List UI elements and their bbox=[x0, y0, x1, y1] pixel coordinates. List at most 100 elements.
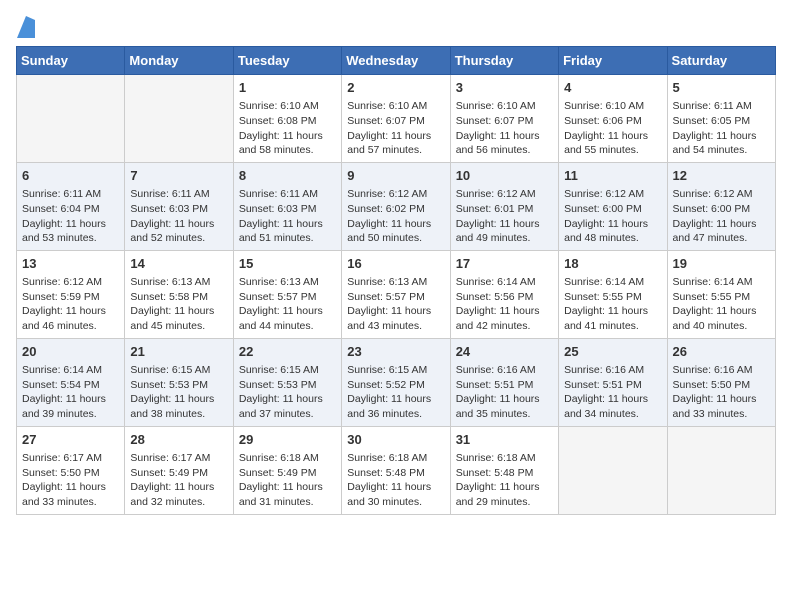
sunrise-text: Sunrise: 6:11 AM bbox=[239, 188, 318, 200]
day-number: 26 bbox=[673, 343, 770, 361]
sunset-text: Sunset: 5:50 PM bbox=[22, 467, 100, 479]
sunset-text: Sunset: 5:55 PM bbox=[673, 291, 751, 303]
sunrise-text: Sunrise: 6:15 AM bbox=[347, 364, 427, 376]
daylight-text: Daylight: 11 hours and 43 minutes. bbox=[347, 305, 431, 332]
daylight-text: Daylight: 11 hours and 33 minutes. bbox=[673, 393, 757, 420]
sunrise-text: Sunrise: 6:14 AM bbox=[564, 276, 644, 288]
logo-icon bbox=[17, 16, 35, 38]
sunrise-text: Sunrise: 6:13 AM bbox=[347, 276, 427, 288]
sunset-text: Sunset: 6:07 PM bbox=[456, 115, 534, 127]
sunrise-text: Sunrise: 6:12 AM bbox=[564, 188, 644, 200]
sunrise-text: Sunrise: 6:16 AM bbox=[456, 364, 536, 376]
calendar-cell: 21Sunrise: 6:15 AMSunset: 5:53 PMDayligh… bbox=[125, 338, 233, 426]
calendar-cell: 30 Sunrise: 6:18 AM Sunset: 5:48 PM Dayligh… bbox=[342, 426, 450, 514]
daylight-text: Daylight: 11 hours and 44 minutes. bbox=[239, 305, 323, 332]
daylight-text: Daylight: 11 hours and 52 minutes. bbox=[130, 218, 214, 245]
sunrise-text: Sunrise: 6:10 AM bbox=[456, 100, 536, 112]
day-number: 20 bbox=[22, 343, 119, 361]
sunrise-text: Sunrise: 6:12 AM bbox=[347, 188, 427, 200]
day-number: 16 bbox=[347, 255, 444, 273]
day-number: 24 bbox=[456, 343, 553, 361]
sunset-text: Sunset: 5:58 PM bbox=[130, 291, 208, 303]
day-number: 11 bbox=[564, 167, 661, 185]
calendar-cell: 10Sunrise: 6:12 AMSunset: 6:01 PMDayligh… bbox=[450, 162, 558, 250]
sunset-text: Sunset: 5:51 PM bbox=[564, 379, 642, 391]
calendar-cell: 13Sunrise: 6:12 AMSunset: 5:59 PMDayligh… bbox=[17, 250, 125, 338]
calendar-cell: 27Sunrise: 6:17 AMSunset: 5:50 PMDayligh… bbox=[17, 426, 125, 514]
sunrise-text: Sunrise: 6:10 AM bbox=[347, 100, 427, 112]
daylight-text: Daylight: 11 hours and 49 minutes. bbox=[456, 218, 540, 245]
daylight-text: Daylight: 11 hours and 32 minutes. bbox=[130, 481, 214, 508]
sunset-text: Sunset: 6:03 PM bbox=[130, 203, 208, 215]
sunrise-text: Sunrise: 6:18 AM bbox=[347, 452, 427, 464]
daylight-text: Daylight: 11 hours and 45 minutes. bbox=[130, 305, 214, 332]
daylight-text: Daylight: 11 hours and 37 minutes. bbox=[239, 393, 323, 420]
day-number: 5 bbox=[673, 79, 770, 97]
calendar-cell: 19Sunrise: 6:14 AMSunset: 5:55 PMDayligh… bbox=[667, 250, 775, 338]
sunset-text: Sunset: 5:53 PM bbox=[239, 379, 317, 391]
calendar-cell: 31Sunrise: 6:18 AMSunset: 5:48 PMDayligh… bbox=[450, 426, 558, 514]
calendar-cell: 2Sunrise: 6:10 AMSunset: 6:07 PMDaylight… bbox=[342, 75, 450, 163]
sunset-text: Sunset: 5:57 PM bbox=[239, 291, 317, 303]
daylight-text: Daylight: 11 hours and 48 minutes. bbox=[564, 218, 648, 245]
day-number: 30 bbox=[347, 431, 444, 449]
daylight-text: Daylight: 11 hours and 51 minutes. bbox=[239, 218, 323, 245]
sunset-text: Sunset: 6:00 PM bbox=[673, 203, 751, 215]
sunset-text: Sunset: 5:49 PM bbox=[130, 467, 208, 479]
sunrise-text: Sunrise: 6:14 AM bbox=[456, 276, 536, 288]
day-header-thursday: Thursday bbox=[450, 47, 558, 75]
day-number: 4 bbox=[564, 79, 661, 97]
sunrise-text: Sunrise: 6:15 AM bbox=[130, 364, 210, 376]
sunrise-text: Sunrise: 6:10 AM bbox=[239, 100, 319, 112]
calendar-cell: 25Sunrise: 6:16 AMSunset: 5:51 PMDayligh… bbox=[559, 338, 667, 426]
daylight-text: Daylight: 11 hours and 35 minutes. bbox=[456, 393, 540, 420]
sunset-text: Sunset: 5:56 PM bbox=[456, 291, 534, 303]
sunset-text: Sunset: 5:48 PM bbox=[347, 467, 425, 479]
calendar-cell: 15Sunrise: 6:13 AMSunset: 5:57 PMDayligh… bbox=[233, 250, 341, 338]
daylight-text: Daylight: 11 hours and 30 minutes. bbox=[347, 481, 431, 508]
daylight-text: Daylight: 11 hours and 57 minutes. bbox=[347, 130, 431, 157]
calendar-cell: 23Sunrise: 6:15 AMSunset: 5:52 PMDayligh… bbox=[342, 338, 450, 426]
day-number: 7 bbox=[130, 167, 227, 185]
calendar-cell: 24 Sunrise: 6:16 AM Sunset: 5:51 PM Dayligh… bbox=[450, 338, 558, 426]
sunset-text: Sunset: 6:01 PM bbox=[456, 203, 534, 215]
page-header bbox=[16, 16, 776, 38]
daylight-text: Daylight: 11 hours and 39 minutes. bbox=[22, 393, 106, 420]
day-header-monday: Monday bbox=[125, 47, 233, 75]
calendar-cell: 14Sunrise: 6:13 AMSunset: 5:58 PMDayligh… bbox=[125, 250, 233, 338]
sunset-text: Sunset: 5:57 PM bbox=[347, 291, 425, 303]
day-number: 18 bbox=[564, 255, 661, 273]
sunset-text: Sunset: 5:51 PM bbox=[456, 379, 534, 391]
sunrise-text: Sunrise: 6:17 AM bbox=[22, 452, 102, 464]
calendar-cell: 3Sunrise: 6:10 AMSunset: 6:07 PMDaylight… bbox=[450, 75, 558, 163]
day-number: 12 bbox=[673, 167, 770, 185]
day-number: 3 bbox=[456, 79, 553, 97]
sunset-text: Sunset: 5:50 PM bbox=[673, 379, 751, 391]
day-number: 10 bbox=[456, 167, 553, 185]
sunrise-text: Sunrise: 6:12 AM bbox=[673, 188, 753, 200]
calendar-cell bbox=[17, 75, 125, 163]
sunset-text: Sunset: 5:48 PM bbox=[456, 467, 534, 479]
daylight-text: Daylight: 11 hours and 47 minutes. bbox=[673, 218, 757, 245]
day-number: 23 bbox=[347, 343, 444, 361]
day-number: 13 bbox=[22, 255, 119, 273]
daylight-text: Daylight: 11 hours and 38 minutes. bbox=[130, 393, 214, 420]
daylight-text: Daylight: 11 hours and 31 minutes. bbox=[239, 481, 323, 508]
day-number: 6 bbox=[22, 167, 119, 185]
day-number: 1 bbox=[239, 79, 336, 97]
day-header-saturday: Saturday bbox=[667, 47, 775, 75]
sunrise-text: Sunrise: 6:11 AM bbox=[130, 188, 209, 200]
sunrise-text: Sunrise: 6:13 AM bbox=[130, 276, 210, 288]
day-header-wednesday: Wednesday bbox=[342, 47, 450, 75]
sunset-text: Sunset: 6:08 PM bbox=[239, 115, 317, 127]
day-number: 21 bbox=[130, 343, 227, 361]
sunrise-text: Sunrise: 6:17 AM bbox=[130, 452, 210, 464]
sunrise-text: Sunrise: 6:16 AM bbox=[673, 364, 753, 376]
sunset-text: Sunset: 5:49 PM bbox=[239, 467, 317, 479]
calendar-cell: 17Sunrise: 6:14 AMSunset: 5:56 PMDayligh… bbox=[450, 250, 558, 338]
daylight-text: Daylight: 11 hours and 40 minutes. bbox=[673, 305, 757, 332]
sunset-text: Sunset: 6:02 PM bbox=[347, 203, 425, 215]
sunset-text: Sunset: 6:07 PM bbox=[347, 115, 425, 127]
sunrise-text: Sunrise: 6:11 AM bbox=[673, 100, 752, 112]
sunset-text: Sunset: 5:59 PM bbox=[22, 291, 100, 303]
